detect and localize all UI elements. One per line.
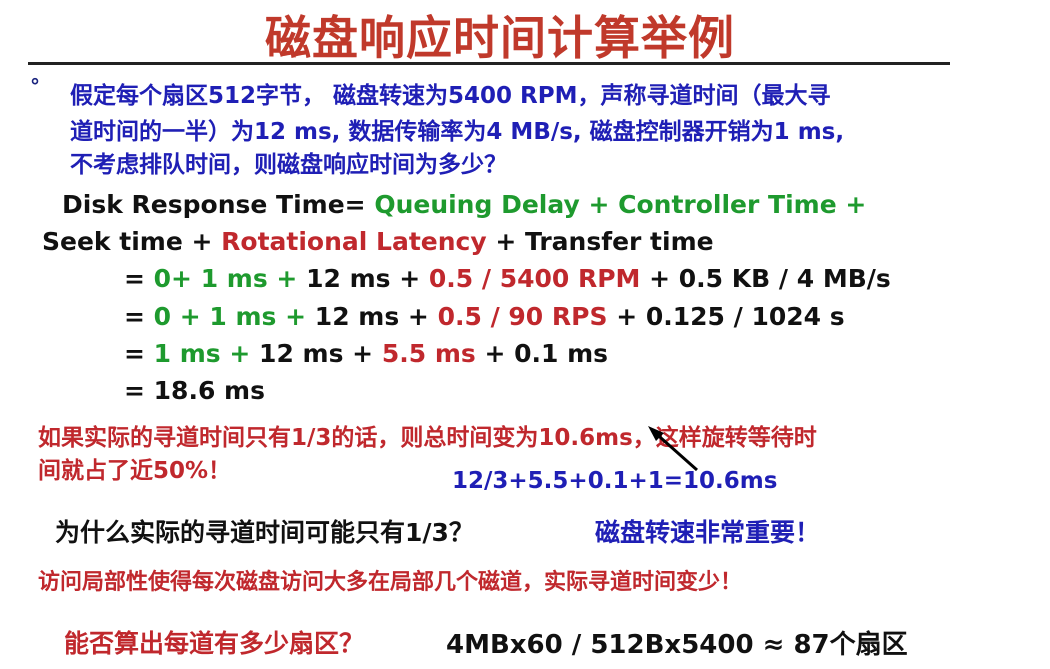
- title-divider: [28, 62, 950, 65]
- equals-sign: =: [124, 339, 154, 368]
- question-line-1: 假定每个扇区512字节， 磁盘转速为5400 RPM，声称寻道时间（最大寻: [70, 83, 831, 109]
- seek-value: 12 ms +: [306, 302, 438, 331]
- seek-value: 12 ms +: [250, 339, 382, 368]
- formula-result: = 18.6 ms: [124, 376, 265, 405]
- formula-queuing-delay: Queuing Delay: [374, 190, 580, 219]
- question-line-3: 不考虑排队时间，则磁盘响应时间为多少？: [70, 152, 507, 178]
- rotation-value: 5.5 ms: [381, 339, 476, 368]
- formula-line-2: Seek time + Rotational Latency + Transfe…: [42, 227, 714, 256]
- why-question: 为什么实际的寻道时间可能只有1/3？: [55, 518, 474, 547]
- why-answer: 磁盘转速非常重要！: [595, 518, 821, 547]
- page-title: 磁盘响应时间计算举例: [265, 11, 735, 65]
- transfer-value: + 0.125 / 1024 s: [607, 302, 845, 331]
- formula-transfer-time: + Transfer time: [486, 227, 714, 256]
- formula-line-3: = 0+ 1 ms + 12 ms + 0.5 / 5400 RPM + 0.5…: [124, 264, 891, 293]
- rotation-value: 0.5 / 5400 RPM: [428, 264, 641, 293]
- formula-disk-response-time: Disk Response Time=: [62, 190, 375, 219]
- formula-line-5: = 1 ms + 12 ms + 5.5 ms + 0.1 ms: [124, 339, 608, 368]
- note-line-1: 如果实际的寻道时间只有1/3的话，则总时间变为10.6ms，这样旋转等待时: [38, 425, 817, 451]
- queue-controller-value: 0 + 1 ms +: [153, 302, 307, 331]
- seek-value: 12 ms +: [297, 264, 429, 293]
- note-calculation: 12/3+5.5+0.1+1=10.6ms: [452, 468, 778, 494]
- question-line-2: 道时间的一半）为12 ms, 数据传输率为4 MB/s, 磁盘控制器开销为1 m…: [70, 119, 845, 145]
- equals-sign: =: [124, 264, 154, 293]
- transfer-value: + 0.5 KB / 4 MB/s: [640, 264, 891, 293]
- formula-rotational-latency: Rotational Latency: [221, 227, 487, 256]
- locality-note: 访问局部性使得每次磁盘访问大多在局部几个磁道，实际寻道时间变少！: [38, 570, 743, 595]
- bullet-marker: °: [30, 74, 40, 98]
- sectors-question: 能否算出每道有多少扇区？: [64, 629, 365, 658]
- formula-line-1: Disk Response Time= Queuing Delay + Cont…: [62, 190, 866, 219]
- formula-controller-time: Controller Time +: [618, 190, 867, 219]
- rotation-value: 0.5 / 90 RPS: [437, 302, 608, 331]
- transfer-value: + 0.1 ms: [475, 339, 609, 368]
- sectors-answer: 4MBx60 / 512Bx5400 ≈ 87个扇区: [446, 630, 908, 660]
- queue-controller-value: 0+ 1 ms +: [153, 264, 298, 293]
- formula-line-4: = 0 + 1 ms + 12 ms + 0.5 / 90 RPS + 0.12…: [124, 302, 845, 331]
- equals-sign: =: [124, 302, 154, 331]
- controller-value: 1 ms +: [153, 339, 251, 368]
- formula-plus: +: [579, 190, 619, 219]
- note-line-2: 间就占了近50%！: [38, 458, 232, 484]
- formula-seek-time: Seek time +: [42, 227, 222, 256]
